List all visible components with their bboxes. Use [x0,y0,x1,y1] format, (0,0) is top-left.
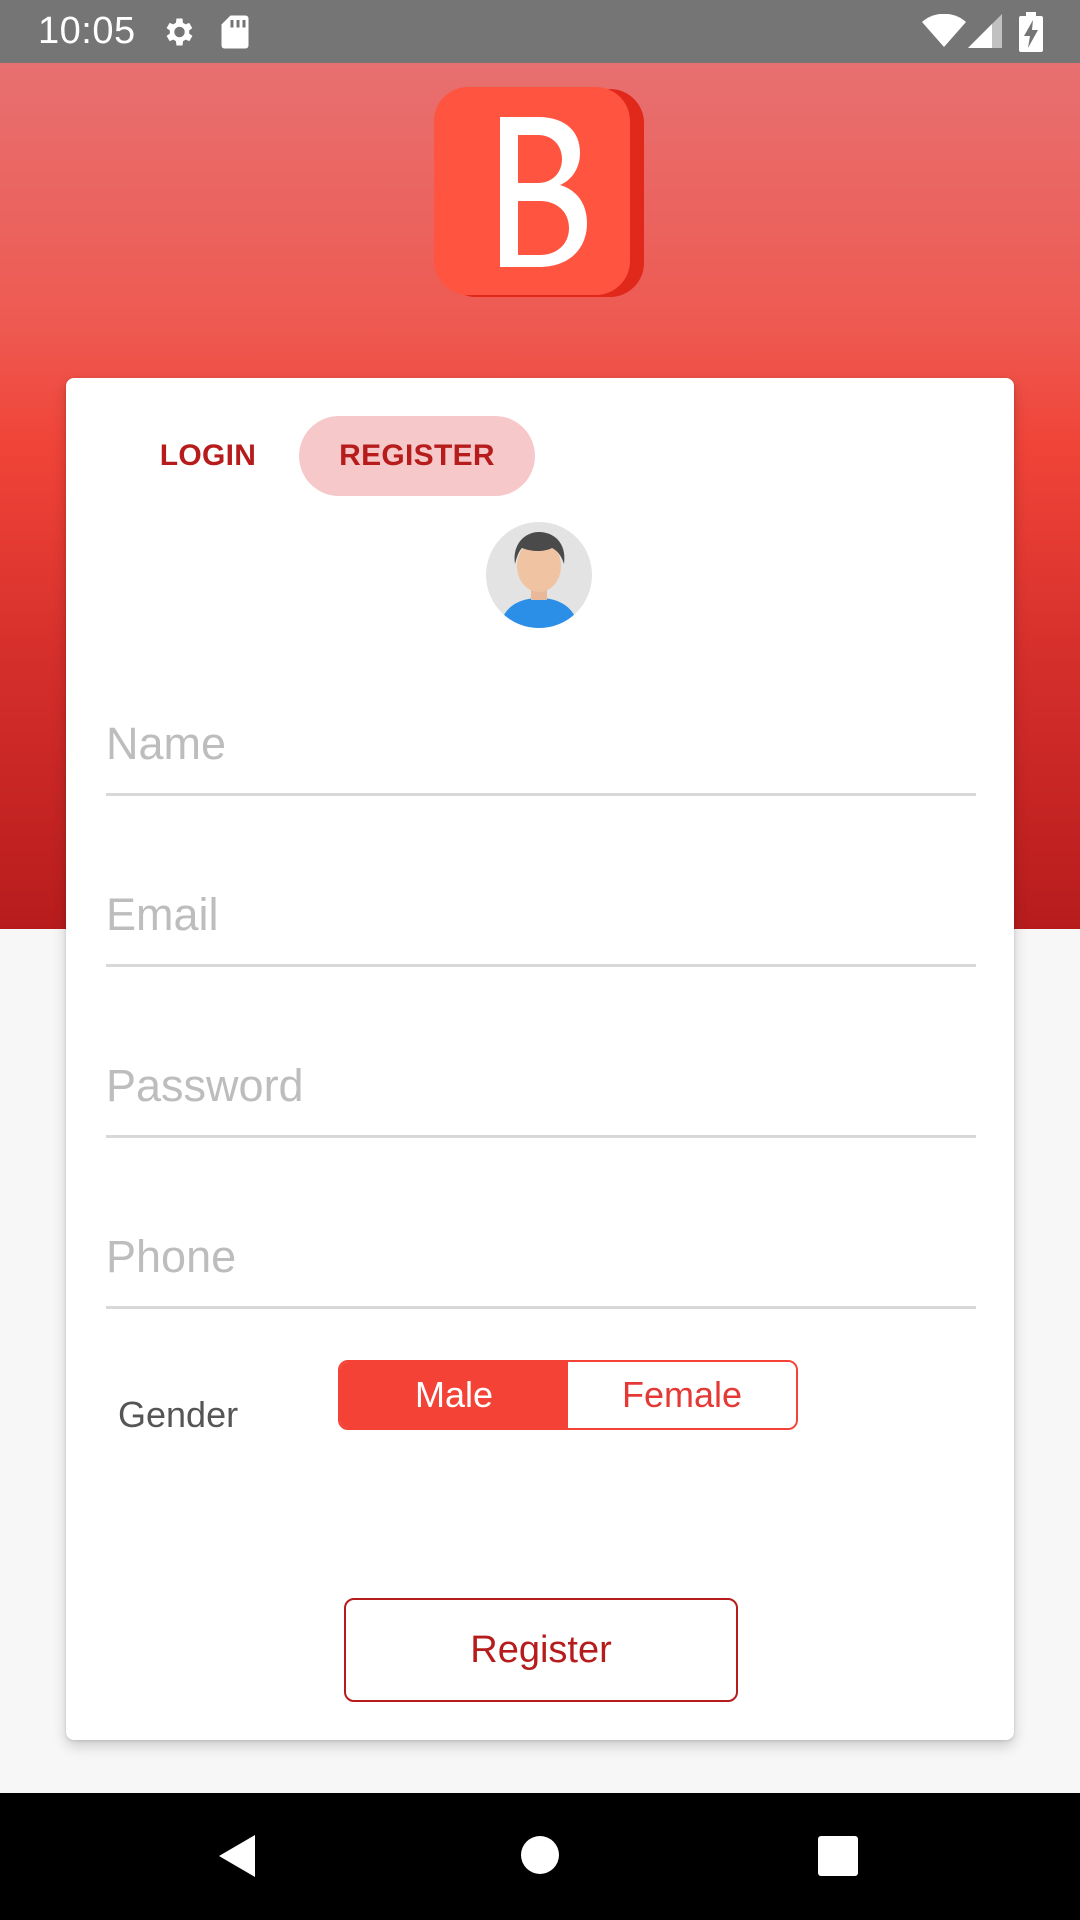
name-input[interactable] [106,696,976,792]
tab-login[interactable]: LOGIN [148,416,268,496]
wifi-icon [922,14,966,47]
settings-icon [166,18,193,46]
back-icon[interactable] [217,1833,257,1879]
password-input[interactable] [106,1038,976,1134]
password-field[interactable] [106,1038,976,1138]
register-button[interactable]: Register [344,1598,738,1702]
email-field[interactable] [106,867,976,967]
navigation-bar [0,1793,1080,1920]
status-time: 10:05 [38,10,136,52]
user-avatar-icon[interactable] [486,522,592,628]
sd-card-icon [221,15,249,49]
email-input[interactable] [106,867,976,963]
recents-icon[interactable] [818,1836,858,1876]
gender-label: Gender [118,1394,239,1435]
phone-input[interactable] [106,1209,976,1305]
home-icon[interactable] [521,1836,559,1874]
gender-option-male[interactable]: Male [340,1362,568,1428]
register-card: LOGIN REGISTER Gender Male Female Regist… [66,378,1014,1740]
gender-selector: Male Female [338,1360,798,1430]
phone-field[interactable] [106,1209,976,1309]
status-bar: 10:05 [0,0,1080,63]
signal-icon [968,14,1002,48]
battery-charging-icon [1019,12,1043,52]
gender-option-female[interactable]: Female [568,1362,796,1428]
name-field[interactable] [106,696,976,796]
tab-register[interactable]: REGISTER [299,416,535,496]
app-logo-icon [434,87,644,297]
